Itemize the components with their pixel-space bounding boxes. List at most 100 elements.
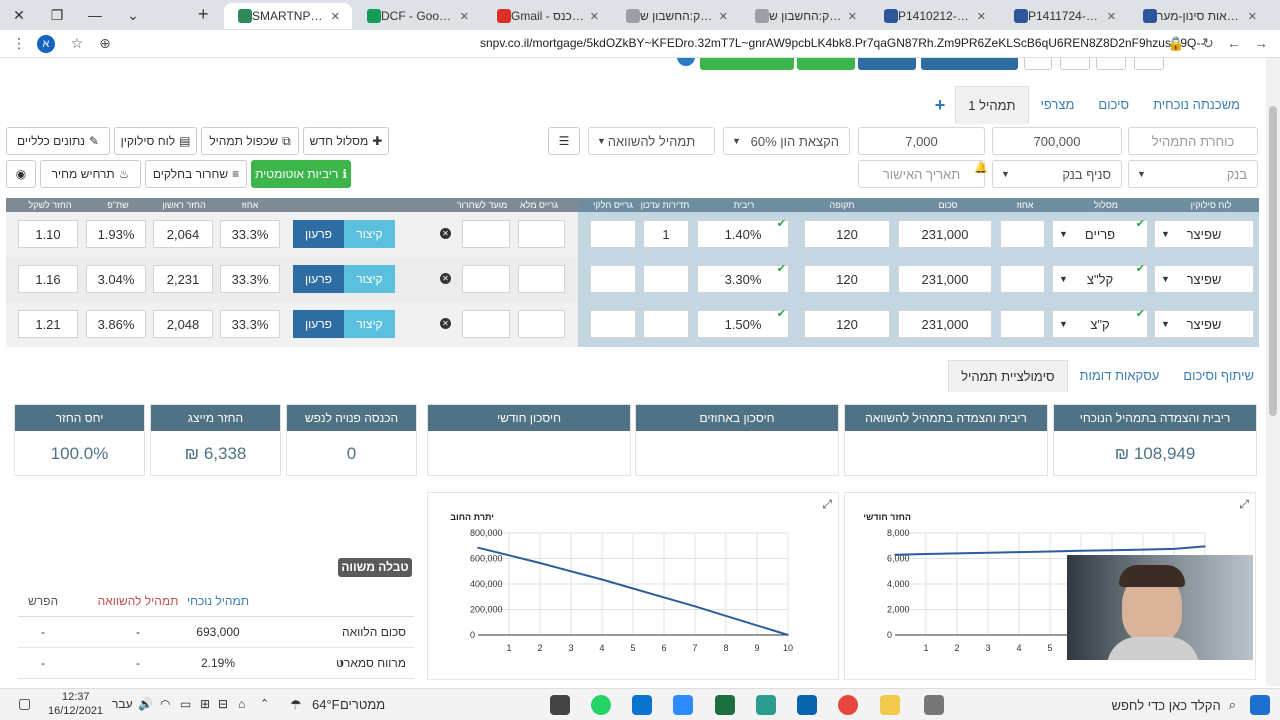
update-freq-input[interactable] — [643, 265, 689, 293]
track-select[interactable]: פריים ▼ ✔ — [1052, 218, 1148, 248]
schedule-select[interactable]: שפיצר ▼ — [1154, 265, 1254, 293]
install-app-icon[interactable]: ⊕ — [96, 35, 114, 52]
top-action-button[interactable] — [700, 58, 794, 70]
browser-tab[interactable]: P1411724-00.pdf✕ — [1000, 3, 1128, 29]
amount-input[interactable]: 231,000 — [898, 265, 992, 293]
expand-icon[interactable]: ⤢ — [822, 497, 832, 512]
clock-date[interactable]: 16/12/2021 — [48, 705, 103, 717]
repay-button[interactable]: פרעון — [293, 310, 344, 338]
teams-icon[interactable] — [632, 695, 652, 715]
track-select[interactable]: ק"צ ▼ ✔ — [1052, 308, 1148, 338]
equity-select[interactable]: הקצאת הון 60% ▼ — [723, 127, 850, 155]
browser-tab[interactable]: Gmail - דואר נכנס✕ — [483, 3, 611, 29]
close-tab-icon[interactable]: ✕ — [715, 10, 732, 23]
grace-full-input[interactable] — [518, 220, 565, 248]
rate-input[interactable]: 1.40% ✔ — [697, 218, 789, 248]
tab-search-icon[interactable]: ⌄ — [114, 7, 152, 24]
close-tab-icon[interactable]: ✕ — [973, 10, 990, 23]
shorten-button[interactable]: קיצור — [344, 220, 395, 248]
period-input[interactable]: 120 — [804, 220, 890, 248]
info-circle-icon[interactable]: ◑ — [337, 648, 344, 679]
bank-select[interactable]: בנק ▼ — [1128, 160, 1258, 188]
close-tab-icon[interactable]: ✕ — [1244, 10, 1261, 23]
top-icon-button[interactable] — [1024, 58, 1052, 70]
usb-icon[interactable]: ⊟ — [218, 697, 228, 711]
track-select[interactable]: קל"צ ▼ ✔ — [1052, 263, 1148, 293]
page-scrollbar[interactable] — [1266, 58, 1280, 686]
reload-icon[interactable]: ↻ — [1199, 35, 1217, 52]
amount-input[interactable]: 231,000 — [898, 310, 992, 338]
mail-icon[interactable] — [797, 695, 817, 715]
display-icon[interactable]: ▭ — [180, 697, 191, 711]
minimize-window-icon[interactable]: — — [76, 7, 114, 23]
top-icon-button[interactable] — [1134, 58, 1164, 70]
tab-current-mortgage[interactable]: משכנתה נוכחית — [1141, 86, 1252, 124]
back-icon[interactable]: ← — [1225, 35, 1243, 51]
whatsapp-icon[interactable] — [591, 695, 611, 715]
top-icon-button[interactable] — [1096, 58, 1126, 70]
forward-icon[interactable]: → — [1252, 35, 1270, 51]
grace-partial-input[interactable] — [590, 220, 636, 248]
schedule-select[interactable]: שפיצר ▼ — [1154, 310, 1254, 338]
remove-track-icon[interactable]: ✕ — [440, 318, 451, 329]
chevron-up-icon[interactable]: ⌃ — [260, 697, 269, 710]
release-date-input[interactable] — [462, 310, 510, 338]
income-field[interactable]: 7,000 — [858, 127, 985, 155]
amount-input[interactable]: 231,000 — [898, 220, 992, 248]
browser-tab[interactable]: P1410212-00.pdf✕ — [870, 3, 998, 29]
excel-icon[interactable] — [715, 695, 735, 715]
period-input[interactable]: 120 — [804, 310, 890, 338]
repay-button[interactable]: פרעון — [293, 265, 344, 293]
percent-input[interactable] — [1000, 220, 1045, 248]
percent-input[interactable] — [1000, 265, 1045, 293]
file-explorer-icon[interactable] — [880, 695, 900, 715]
branch-select[interactable]: סניף בנק ▼ — [992, 160, 1122, 188]
list-view-button[interactable]: ☰ — [548, 127, 580, 155]
close-tab-icon[interactable]: ✕ — [844, 10, 861, 23]
chrome-icon[interactable] — [838, 695, 858, 715]
property-title-field[interactable]: כוחרת התמהיל — [1128, 127, 1258, 155]
scrollbar-thumb[interactable] — [1269, 106, 1277, 416]
url-field[interactable]: snpv.co.il/mortgage/5kdOZkBY~KFEDro.32mT… — [480, 36, 1204, 50]
schedule-select[interactable]: שפיצר ▼ — [1154, 220, 1254, 248]
restore-window-icon[interactable]: ❐ — [38, 7, 76, 24]
tab-share-summary[interactable]: שיתוף וסיכום — [1171, 360, 1266, 392]
browser-tab[interactable]: תוצאות סינון-מער ✕ — [1129, 3, 1269, 29]
remove-track-icon[interactable]: ✕ — [440, 228, 451, 239]
browser-tab[interactable]: ספארק:החשבון ש✕ — [741, 3, 869, 29]
new-tab-button[interactable]: + — [198, 4, 209, 25]
browser-tab[interactable]: ספארק:החשבון ש✕ — [612, 3, 740, 29]
grace-partial-input[interactable] — [590, 265, 636, 293]
release-date-input[interactable] — [462, 265, 510, 293]
top-action-button[interactable] — [797, 58, 855, 70]
grace-full-input[interactable] — [518, 310, 565, 338]
taskbar-search[interactable]: ⌕ הקלד כאן כדי לחפש — [955, 693, 1240, 717]
update-freq-input[interactable]: 1 — [643, 220, 689, 248]
compare-mix-select[interactable]: תמהיל להשוואה ▼ — [588, 127, 715, 155]
menu-icon[interactable]: ⋮ — [10, 35, 28, 52]
general-data-button[interactable]: ✎ נתונים כלליים — [6, 127, 110, 155]
add-mix-button[interactable]: + — [925, 95, 956, 116]
rate-input[interactable]: 3.30% ✔ — [697, 263, 789, 293]
approval-date-field[interactable]: תאריך האישור — [858, 160, 985, 188]
zoom-icon[interactable] — [673, 695, 693, 715]
stress-scenario-button[interactable]: ♨ תרחיש מחיר — [40, 160, 141, 188]
windows-start-icon[interactable] — [1250, 695, 1270, 715]
shorten-button[interactable]: קיצור — [344, 265, 395, 293]
partial-release-button[interactable]: ≡ שחרור בחלקים — [145, 160, 247, 188]
duplicate-mix-button[interactable]: ⧉ שכפול תמהיל — [201, 127, 299, 155]
close-window-icon[interactable]: ✕ — [0, 7, 38, 24]
amortization-button[interactable]: ▤ לוח סילוקין — [114, 127, 197, 155]
network-icon[interactable]: ⌂ — [238, 697, 245, 711]
loan-amount-field[interactable]: 700,000 — [992, 127, 1122, 155]
period-input[interactable]: 120 — [804, 265, 890, 293]
tab-aggregate[interactable]: מצרפי — [1029, 86, 1087, 124]
grace-full-input[interactable] — [518, 265, 565, 293]
notification-icon[interactable]: ▢ — [18, 695, 31, 712]
task-view-icon[interactable] — [924, 695, 944, 715]
chart-app-icon[interactable] — [756, 695, 776, 715]
repay-button[interactable]: פרעון — [293, 220, 344, 248]
close-tab-icon[interactable]: ✕ — [456, 10, 473, 23]
close-tab-icon[interactable]: ✕ — [586, 10, 603, 23]
clock-time[interactable]: 12:37 — [62, 691, 90, 703]
